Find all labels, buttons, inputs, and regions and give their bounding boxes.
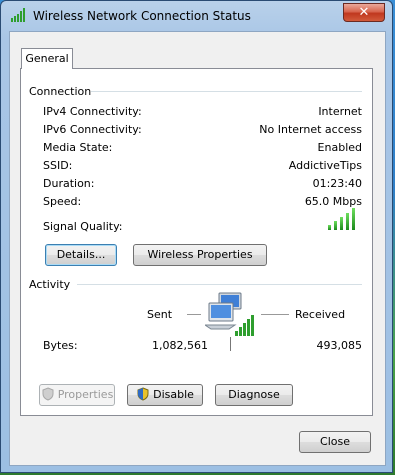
details-button[interactable]: Details...: [45, 244, 117, 266]
signal-bars-icon: [11, 8, 25, 22]
received-label: Received: [295, 308, 346, 321]
received-line: [261, 314, 289, 315]
bytes-sent-value: 1,082,561: [152, 339, 208, 352]
signal-quality-icon: [328, 208, 358, 230]
ipv6-label: IPv6 Connectivity:: [43, 123, 142, 136]
properties-button-label: Properties: [57, 388, 114, 401]
sent-line: [187, 314, 201, 315]
ipv4-value: Internet: [318, 105, 362, 118]
activity-group-heading: Activity: [29, 278, 71, 291]
duration-label: Duration:: [43, 177, 95, 190]
disable-button[interactable]: Disable: [127, 384, 203, 406]
dialog-client-area: General Connection IPv4 Connectivity: In…: [9, 31, 386, 466]
tab-general[interactable]: General: [21, 48, 73, 69]
bytes-received-value: 493,085: [316, 339, 363, 352]
uac-shield-icon: [137, 387, 149, 401]
sent-label: Sent: [147, 308, 173, 321]
general-tab-panel: Connection IPv4 Connectivity: Internet I…: [20, 68, 373, 416]
uac-shield-icon: [42, 387, 54, 401]
status-window: Wireless Network Connection Status ✕ Gen…: [0, 0, 393, 473]
network-computers-icon: [205, 292, 254, 336]
media-state-value: Enabled: [317, 141, 362, 154]
title-bar[interactable]: Wireless Network Connection Status ✕: [1, 1, 392, 29]
window-title: Wireless Network Connection Status: [33, 9, 251, 23]
connection-group-heading: Connection: [29, 85, 92, 98]
ipv6-value: No Internet access: [259, 123, 362, 136]
ssid-label: SSID:: [43, 159, 73, 172]
close-icon: ✕: [358, 5, 370, 20]
activity-divider: [77, 284, 362, 285]
activity-connector: [230, 337, 231, 351]
speed-value: 65.0 Mbps: [304, 195, 362, 208]
bytes-label: Bytes:: [43, 339, 78, 352]
disable-button-label: Disable: [153, 388, 194, 401]
wireless-properties-button[interactable]: Wireless Properties: [133, 244, 267, 266]
ipv4-label: IPv4 Connectivity:: [43, 105, 142, 118]
diagnose-button[interactable]: Diagnose: [215, 384, 293, 406]
signal-quality-label: Signal Quality:: [43, 220, 123, 233]
media-state-label: Media State:: [43, 141, 113, 154]
speed-label: Speed:: [43, 195, 82, 208]
title-close-button[interactable]: ✕: [343, 3, 385, 22]
duration-value: 01:23:40: [312, 177, 362, 190]
ssid-value: AddictiveTips: [288, 159, 362, 172]
connection-divider: [91, 91, 362, 92]
properties-button[interactable]: Properties: [39, 384, 115, 406]
close-button[interactable]: Close: [299, 431, 371, 453]
